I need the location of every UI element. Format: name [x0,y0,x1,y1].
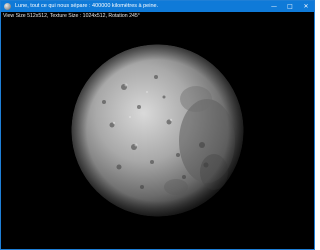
minimize-icon[interactable]: — [266,1,282,12]
maximize-icon[interactable]: □ [282,1,298,12]
moon-app-icon [4,3,11,10]
render-area: View Size 512x512, Texture Size : 1024x5… [1,12,314,249]
app-window: Lune, tout ce qui nous sépare : 400000 k… [0,0,315,250]
title-bar[interactable]: Lune, tout ce qui nous sépare : 400000 k… [1,1,314,12]
window-title: Lune, tout ce qui nous sépare : 400000 k… [15,3,159,9]
moon-viewport[interactable] [64,37,251,224]
moon-render [64,37,251,224]
close-icon[interactable]: ✕ [298,1,314,12]
view-info-text: View Size 512x512, Texture Size : 1024x5… [3,13,140,19]
moon-sphere [71,44,244,217]
